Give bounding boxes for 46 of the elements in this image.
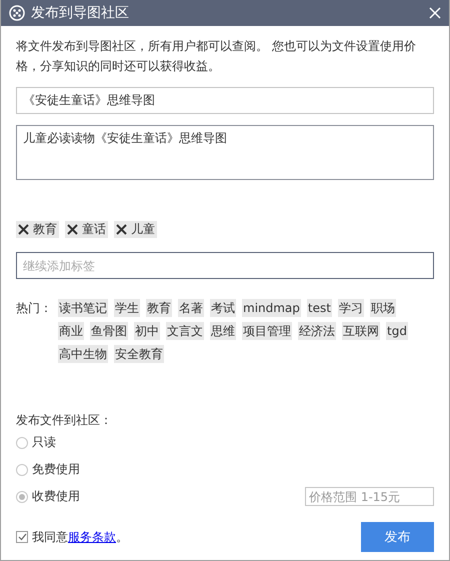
- radio-option[interactable]: 只读: [16, 434, 56, 451]
- hot-tag[interactable]: 职场: [370, 299, 396, 317]
- agreement-text: 我同意服务条款。: [32, 528, 128, 546]
- hot-tag[interactable]: 项目管理: [242, 322, 292, 340]
- summary-field[interactable]: 儿童必读读物《安徒生童话》思维导图: [16, 125, 434, 180]
- window-title: 发布到导图社区: [31, 4, 130, 22]
- hot-tag[interactable]: 初中: [134, 322, 160, 340]
- hot-tag[interactable]: 安全教育: [114, 345, 164, 363]
- hot-tag[interactable]: 鱼骨图: [90, 322, 128, 340]
- hot-tag[interactable]: 读书笔记: [58, 299, 108, 317]
- hot-tag[interactable]: tgd: [386, 322, 408, 340]
- hot-tag[interactable]: 商业: [58, 322, 84, 340]
- terms-link[interactable]: 服务条款: [68, 530, 116, 544]
- radio-icon[interactable]: [16, 464, 28, 476]
- hot-tag[interactable]: 教育: [146, 299, 172, 317]
- agree-checkbox[interactable]: [16, 531, 28, 543]
- hot-tag[interactable]: 高中生物: [58, 345, 108, 363]
- tag-label: 儿童: [131, 221, 155, 238]
- hot-tag[interactable]: 学生: [114, 299, 140, 317]
- tag-label: 童话: [82, 221, 106, 238]
- hot-tag[interactable]: 学习: [338, 299, 364, 317]
- close-icon[interactable]: [429, 7, 441, 19]
- remove-icon[interactable]: [116, 224, 127, 235]
- remove-icon[interactable]: [67, 224, 78, 235]
- publish-button[interactable]: 发布: [361, 522, 434, 552]
- radio-icon[interactable]: [16, 490, 28, 502]
- logo-icon: [9, 5, 25, 21]
- description-text: 将文件发布到导图社区，所有用户都可以查阅。 您也可以为文件设置使用价格，分享知识的同时还可以获得收益。: [16, 38, 417, 75]
- hot-label: 热门：: [16, 300, 53, 317]
- remove-icon[interactable]: [18, 224, 29, 235]
- hot-tag[interactable]: mindmap: [242, 299, 301, 317]
- hot-tag[interactable]: 考试: [210, 299, 236, 317]
- title-field[interactable]: 《安徒生童话》思维导图: [16, 87, 434, 114]
- radio-icon[interactable]: [16, 436, 28, 448]
- tag-field[interactable]: 继续添加标签: [16, 252, 434, 279]
- radio-option[interactable]: 收费使用: [16, 488, 80, 505]
- tag-label: 教育: [33, 221, 57, 238]
- hot-tag[interactable]: 思维: [210, 322, 236, 340]
- hot-tag[interactable]: 互联网: [342, 322, 380, 340]
- hot-tag[interactable]: 文言文: [166, 322, 204, 340]
- radio-option[interactable]: 免费使用: [16, 461, 80, 478]
- price-field[interactable]: 价格范围 1-15元: [305, 487, 434, 506]
- hot-tag[interactable]: test: [306, 299, 332, 317]
- hot-tag[interactable]: 经济法: [298, 322, 336, 340]
- section-label: 发布文件到社区：: [16, 412, 113, 429]
- hot-tag[interactable]: 名著: [178, 299, 204, 317]
